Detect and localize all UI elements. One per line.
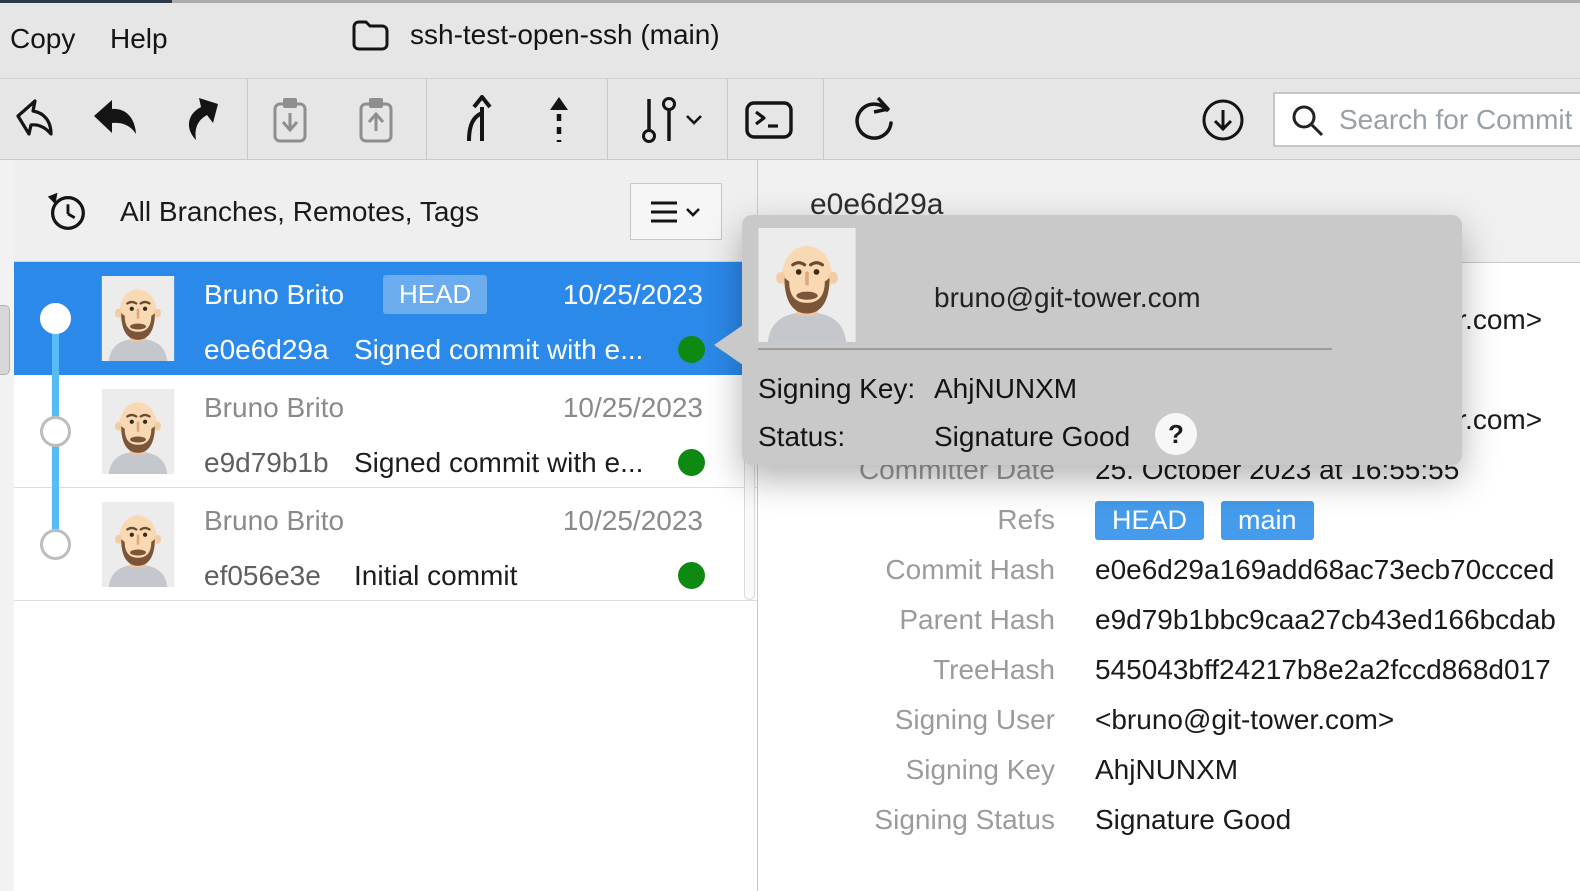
toolbar-divider [823,79,824,159]
commit-date: 10/25/2023 [563,279,703,311]
detail-row-signing-key: Signing Key AhjNUNXM [758,745,1580,795]
signer-email: bruno@git-tower.com [934,282,1201,314]
undo-button[interactable] [90,95,140,145]
signing-key-value: AhjNUNXM [934,373,1077,405]
undo-arrow-icon [90,95,140,145]
avatar [97,276,179,361]
detail-row-refs: Refs HEAD main [758,495,1580,545]
history-icon [43,188,91,236]
redo-button[interactable] [171,95,221,145]
commit-date: 10/25/2023 [563,505,703,537]
branch-scope-label: All Branches, Remotes, Tags [120,196,479,228]
status-label: Status: [758,421,845,453]
stash-apply-button[interactable] [352,95,402,145]
compare-branches-icon [634,95,704,145]
detail-row-signing-user: Signing User <bruno@git-tower.com> [758,695,1580,745]
window-left-gutter [0,160,14,891]
stash-apply-icon [352,95,402,145]
graph-node [40,529,71,560]
toolbar [0,78,1580,160]
status-value: Signature Good [934,421,1130,453]
ref-badge-head[interactable]: HEAD [1095,501,1204,540]
search-icon [1289,102,1325,138]
ref-badge-main[interactable]: main [1221,501,1314,540]
avatar [97,389,179,474]
toolbar-divider [607,79,608,159]
compare-branches-button[interactable] [634,95,704,145]
repo-title: ssh-test-open-ssh (main) [410,19,720,51]
terminal-icon [744,95,794,145]
menu-item-copy[interactable]: Copy [10,23,75,55]
stash-save-icon [266,95,316,145]
rebase-icon [534,95,584,145]
options-menu-icon [647,197,705,227]
fetch-down-button[interactable] [1198,95,1248,145]
signature-status-dot [678,562,705,589]
branch-filter-header: All Branches, Remotes, Tags [14,160,757,262]
commit-date: 10/25/2023 [563,392,703,424]
stash-save-button[interactable] [266,95,316,145]
signing-key-label: Signing Key: [758,373,915,405]
head-badge: HEAD [383,275,487,314]
repo-chip[interactable]: ssh-test-open-ssh (main) [350,17,720,53]
toolbar-divider [727,79,728,159]
commit-message: Initial commit [354,560,517,592]
signature-status-dot [678,449,705,476]
commit-row-ef056e3e[interactable]: Bruno Brito 10/25/2023 ef056e3e Initial … [14,488,757,601]
commit-hash-short: e0e6d29a [204,334,329,366]
detail-row-commit-hash: Commit Hash e0e6d29a169add68ac73ecb70ccc… [758,545,1580,595]
history-options-button[interactable] [630,183,722,240]
menu-item-help[interactable]: Help [110,23,168,55]
commit-author: Bruno Brito [204,279,344,311]
merge-icon [449,95,499,145]
edge-scroll-handle[interactable] [0,305,10,375]
menu-bar: Copy Help ssh-test-open-ssh (main) [0,3,1580,78]
rebase-button[interactable] [534,95,584,145]
commit-list: Bruno Brito HEAD 10/25/2023 e0e6d29a Sig… [14,262,757,601]
terminal-button[interactable] [744,95,794,145]
app-window: Copy Help ssh-test-open-ssh (main) [0,0,1580,891]
commit-author: Bruno Brito [204,392,344,424]
avatar [97,502,179,587]
commit-author: Bruno Brito [204,505,344,537]
signature-tooltip: bruno@git-tower.com Signing Key: AhjNUNX… [742,215,1462,465]
detail-row-parent-hash: Parent Hash e9d79b1bbc9caa27cb43ed166bcd… [758,595,1580,645]
commit-hash-short: e9d79b1b [204,447,329,479]
commit-message: Signed commit with e... [354,447,643,479]
commit-history-panel: All Branches, Remotes, Tags Bruno Brito … [14,160,758,891]
search-box[interactable] [1273,92,1580,147]
refresh-button[interactable] [848,95,898,145]
commit-hash-short: ef056e3e [204,560,321,592]
commit-message: Signed commit with e... [354,334,643,366]
merge-button[interactable] [449,95,499,145]
avatar [758,228,856,342]
fetch-down-icon [1200,97,1246,143]
help-question-badge[interactable]: ? [1155,413,1197,455]
graph-node [40,416,71,447]
toolbar-divider [247,79,248,159]
graph-node [40,303,71,334]
checkout-arrow-icon [10,95,60,145]
tooltip-divider [758,348,1332,350]
detail-row-signing-status: Signing Status Signature Good [758,795,1580,845]
commit-row-e0e6d29a[interactable]: Bruno Brito HEAD 10/25/2023 e0e6d29a Sig… [14,262,757,375]
refresh-icon [848,95,898,145]
detail-row-tree-hash: TreeHash 545043bff24217b8e2a2fccd868d017 [758,645,1580,695]
folder-icon [350,17,390,53]
commit-row-e9d79b1b[interactable]: Bruno Brito 10/25/2023 e9d79b1b Signed c… [14,375,757,488]
redo-arrow-icon [171,95,221,145]
toolbar-divider [426,79,427,159]
tooltip-arrow [714,325,743,365]
search-input[interactable] [1339,104,1579,136]
signature-status-dot [678,336,705,363]
checkout-button[interactable] [10,95,60,145]
